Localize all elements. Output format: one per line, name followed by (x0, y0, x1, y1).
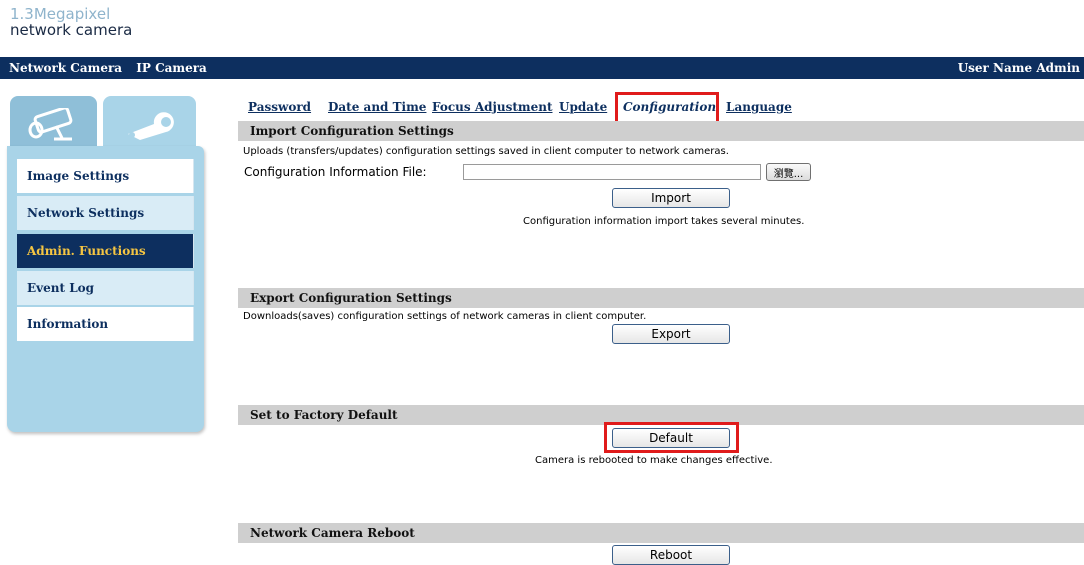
export-section-header: Export Configuration Settings (238, 288, 1084, 308)
reboot-section-header: Network Camera Reboot (238, 523, 1084, 543)
sidebar-item-network-settings[interactable]: Network Settings (17, 196, 194, 230)
user-name-label: User Name Admin (957, 61, 1080, 75)
import-section-header: Import Configuration Settings (238, 121, 1084, 141)
logo-line-2: network camera (10, 21, 133, 39)
wrench-icon (127, 112, 174, 140)
import-button[interactable]: Import (612, 188, 730, 208)
reboot-button[interactable]: Reboot (612, 545, 730, 565)
export-button[interactable]: Export (612, 324, 730, 344)
import-note: Configuration information import takes s… (523, 216, 805, 227)
import-description: Uploads (transfers/updates) configuratio… (243, 146, 729, 157)
sidebar-item-image-settings[interactable]: Image Settings (17, 159, 194, 193)
ip-camera-label: IP Camera (136, 61, 207, 75)
config-file-input[interactable] (463, 164, 761, 180)
browse-button[interactable]: 瀏覽... (766, 163, 811, 181)
camera-icon (28, 108, 72, 141)
tab-date-and-time[interactable]: Date and Time (328, 100, 426, 114)
tab-language[interactable]: Language (726, 100, 792, 114)
sidebar-item-admin-functions[interactable]: Admin. Functions (17, 234, 194, 268)
network-camera-label: Network Camera (9, 61, 123, 75)
logo: 1.3Megapixel network camera (10, 6, 132, 38)
tab-password[interactable]: Password (248, 100, 311, 114)
export-description: Downloads(saves) configuration settings … (243, 311, 647, 322)
logo-line-1: 1.3Megapixel (10, 5, 111, 23)
config-file-label: Configuration Information File: (244, 165, 427, 179)
sidebar-item-information[interactable]: Information (17, 307, 194, 341)
tab-update[interactable]: Update (559, 100, 607, 114)
tab-focus-adjustment[interactable]: Focus Adjustment (432, 100, 553, 114)
factory-default-note: Camera is rebooted to make changes effec… (535, 455, 773, 466)
default-highlight-box (604, 422, 739, 453)
sidebar-item-event-log[interactable]: Event Log (17, 271, 194, 305)
top-bar: Network Camera IP Camera User Name Admin (0, 57, 1084, 79)
